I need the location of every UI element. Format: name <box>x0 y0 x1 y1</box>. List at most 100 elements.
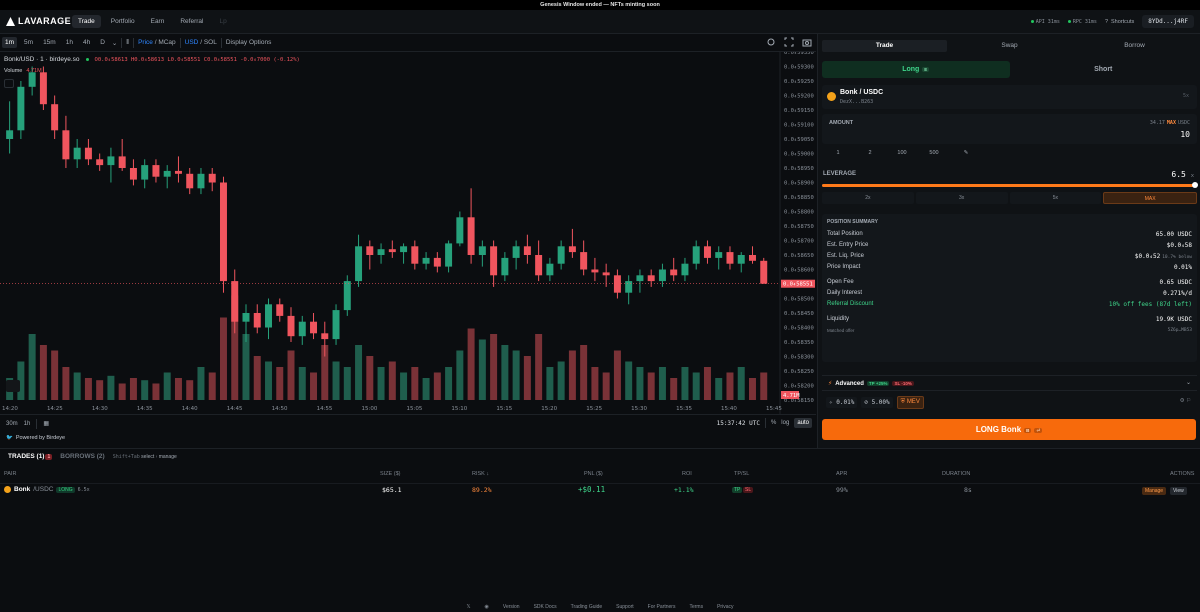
table-row[interactable]: Bonk/USDC LONG 6.5x $65.1 89.2% +$0.11 +1.… <box>0 483 1200 497</box>
display-options-button[interactable]: Display Options <box>226 39 272 46</box>
chevron-down-icon[interactable]: ⌄ <box>1186 379 1191 386</box>
fullscreen-icon[interactable] <box>784 37 794 47</box>
col-apr[interactable]: APR <box>836 471 847 477</box>
footer-trading-guide[interactable]: Trading Guide <box>571 604 603 610</box>
leverage-slider[interactable] <box>822 182 1198 188</box>
legend-collapse-icon[interactable] <box>4 79 14 88</box>
range-1h[interactable]: 1h <box>24 421 31 427</box>
tab-swap[interactable]: Swap <box>947 40 1072 52</box>
currency-toggle[interactable]: USD / SOL <box>185 39 217 46</box>
chart-toolbar-right <box>766 37 812 47</box>
market-address[interactable]: DezX...B263 <box>840 99 873 105</box>
priority-fee-setting[interactable]: ⊘ 5.00% <box>861 396 893 408</box>
preset-1[interactable]: 1 <box>822 150 854 156</box>
col-size[interactable]: SIZE ($) <box>380 471 400 477</box>
preset-500[interactable]: 500 <box>918 150 950 156</box>
settings-gear-icon[interactable] <box>766 37 776 47</box>
log-scale-toggle[interactable]: log <box>781 420 789 426</box>
amount-input[interactable]: 10 <box>1180 130 1190 139</box>
leverage-slider-handle[interactable] <box>1192 182 1198 188</box>
percent-scale-toggle[interactable]: % <box>771 420 776 426</box>
auto-scale-toggle[interactable]: auto <box>794 418 812 428</box>
timeframe-1m[interactable]: 1m <box>2 37 18 48</box>
timeframe-d[interactable]: D <box>97 37 108 48</box>
tab-borrow[interactable]: Borrow <box>1072 40 1197 52</box>
powered-by[interactable]: 🐦 Powered by Birdeye <box>0 432 816 444</box>
candle-body <box>197 173 205 189</box>
col-risk[interactable]: RISK ↓ <box>472 471 489 477</box>
view-button[interactable]: View <box>1170 487 1187 495</box>
top-nav: LAVARAGE Trade Portfolio Earn Referral L… <box>0 10 1200 34</box>
discord-icon[interactable]: ◉ <box>485 604 489 610</box>
brand-logo[interactable]: LAVARAGE <box>6 16 71 26</box>
candlestick-chart[interactable]: 0.0₄59350 0.0₄59300 0.0₄59250 0.0₄59200 0.0₄… <box>0 50 816 414</box>
timeframe-5m[interactable]: 5m <box>21 37 36 48</box>
price-chart[interactable]: 0.0₄59350 0.0₄59300 0.0₄59250 0.0₄59200 0.0₄… <box>0 50 816 414</box>
nav-lp[interactable]: Lp <box>213 15 232 28</box>
col-tpsl[interactable]: TP/SL <box>734 471 749 477</box>
leverage-3x[interactable]: 3x <box>915 192 1008 204</box>
short-button[interactable]: Short <box>1010 61 1198 78</box>
submit-long-button[interactable]: LONG Bonk B ⏎ <box>822 419 1196 440</box>
summary-value[interactable]: 5Z6p…MB53 <box>1168 328 1192 333</box>
volume-bar <box>760 372 768 400</box>
leverage-value[interactable]: 6.5 x <box>1171 170 1194 179</box>
nav-portfolio[interactable]: Portfolio <box>105 15 141 28</box>
mev-protection-toggle[interactable]: ⛨ MEV <box>896 395 924 409</box>
advanced-toggle[interactable]: ⚡ Advanced TP +25% SL -10% ⌄ <box>822 375 1197 391</box>
price-mcap-toggle[interactable]: Price / MCap <box>138 39 176 46</box>
row-sl-badge[interactable]: SL <box>743 487 754 493</box>
sol-option[interactable]: SOL <box>204 39 217 46</box>
market-selector[interactable]: Bonk / USDC DezX...B263 5x <box>822 85 1197 109</box>
preset-100[interactable]: 100 <box>886 150 918 156</box>
leverage-5x[interactable]: 5x <box>1009 192 1102 204</box>
footer-sdk-docs[interactable]: SDK Docs <box>534 604 557 610</box>
calendar-icon[interactable]: ▦ <box>43 420 49 427</box>
timeframe-1h[interactable]: 1h <box>63 37 76 48</box>
tab-borrows[interactable]: BORROWS (2) <box>60 453 104 460</box>
price-option[interactable]: Price <box>138 39 153 46</box>
preset-2[interactable]: 2 <box>854 150 886 156</box>
bonk-coin-icon <box>827 92 836 101</box>
footer-support[interactable]: Support <box>616 604 634 610</box>
row-tp-badge[interactable]: TP <box>732 487 743 493</box>
x-social-icon[interactable]: 𝕏 <box>467 604 471 610</box>
volume-bar <box>355 345 363 400</box>
submit-long-label: LONG Bonk <box>975 425 1022 434</box>
col-duration[interactable]: DURATION <box>942 471 970 477</box>
col-roi[interactable]: ROI <box>682 471 692 477</box>
col-pnl[interactable]: PNL ($) <box>584 471 603 477</box>
utc-clock[interactable]: 15:37:42 UTC <box>717 420 760 427</box>
mcap-option[interactable]: MCap <box>158 39 175 46</box>
leverage-2x[interactable]: 2x <box>822 192 914 204</box>
candle-body <box>129 168 137 180</box>
wallet-button[interactable]: 8YDd...j4RF <box>1142 15 1194 28</box>
candle-type-icon[interactable]: ⫴ <box>126 39 129 47</box>
timeframe-15m[interactable]: 15m <box>40 37 59 48</box>
tab-trades[interactable]: TRADES (1) 1 <box>8 453 53 460</box>
footer-privacy[interactable]: Privacy <box>717 604 733 610</box>
timeframe-dropdown-icon[interactable]: ⌄ <box>112 39 117 47</box>
max-button[interactable]: MAX <box>1167 120 1176 126</box>
execution-settings-gear-icon[interactable]: ⚙ ⚐ <box>1180 398 1191 404</box>
edit-presets-icon[interactable]: ✎ <box>950 150 982 156</box>
footer-terms[interactable]: Terms <box>689 604 703 610</box>
tab-trade[interactable]: Trade <box>822 40 947 52</box>
shortcuts-button[interactable]: ? Shortcuts <box>1105 19 1134 25</box>
long-button[interactable]: Long E <box>822 61 1010 78</box>
leverage-max[interactable]: MAX <box>1103 192 1197 204</box>
camera-icon[interactable] <box>802 37 812 47</box>
app-root: Genesis Window ended — NFTs minting soon… <box>0 0 1200 612</box>
slippage-icon: ✧ <box>829 398 833 406</box>
range-30m[interactable]: 30m <box>6 421 18 427</box>
timeframe-4h[interactable]: 4h <box>80 37 93 48</box>
col-pair[interactable]: PAIR <box>4 471 16 477</box>
nav-referral[interactable]: Referral <box>174 15 209 28</box>
nav-earn[interactable]: Earn <box>145 15 171 28</box>
manage-button[interactable]: Manage <box>1142 487 1167 495</box>
slippage-setting[interactable]: ✧ 0.01% <box>826 396 858 408</box>
footer-version[interactable]: Version <box>503 604 520 610</box>
nav-trade[interactable]: Trade <box>72 15 101 28</box>
usd-option[interactable]: USD <box>185 39 199 46</box>
footer-for-partners[interactable]: For Partners <box>648 604 676 610</box>
